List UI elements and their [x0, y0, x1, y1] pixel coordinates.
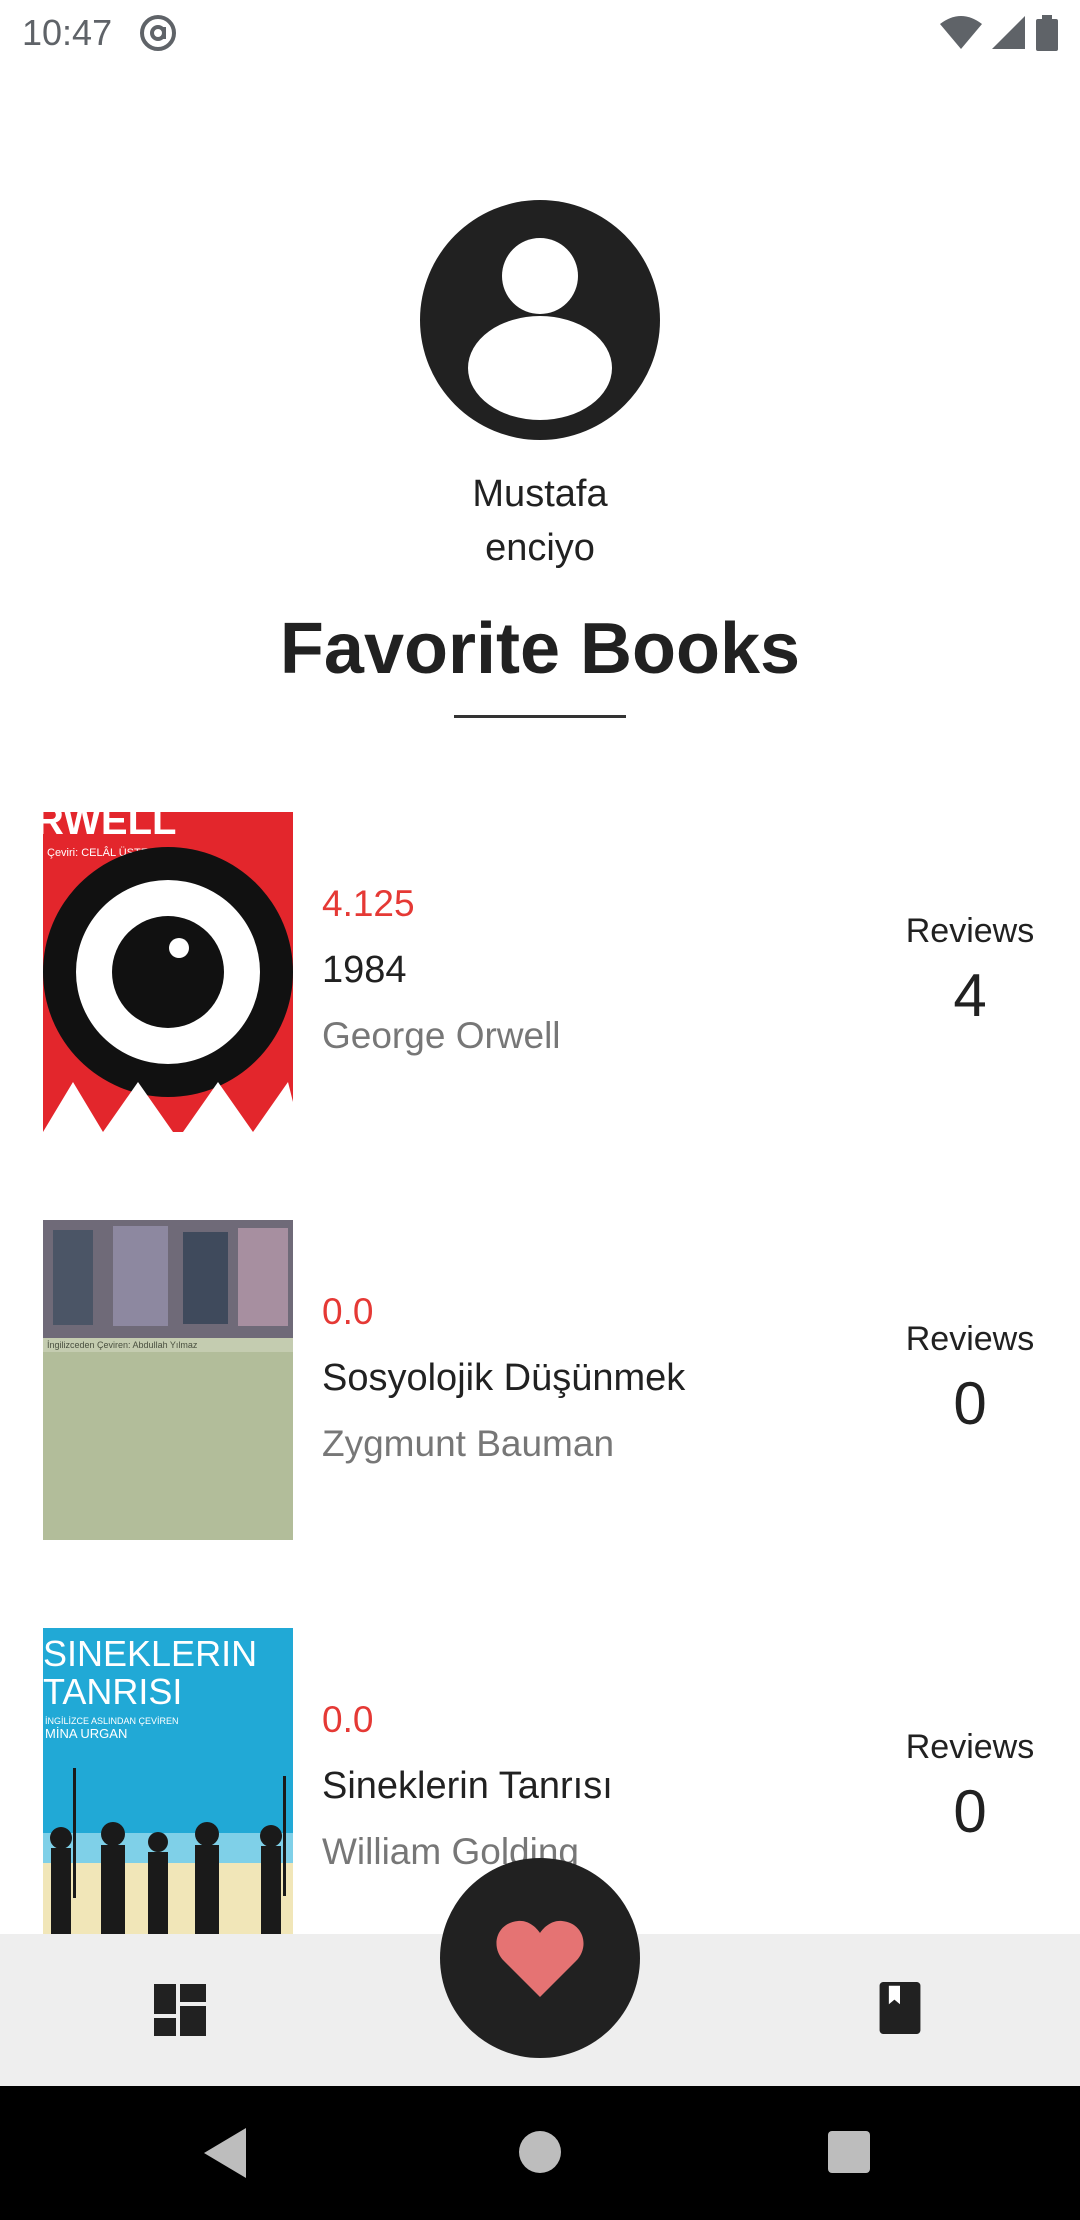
book-item[interactable]: RWELL Çeviri: CELÂL ÜSTER 4.125 1984 Geo…	[0, 812, 1080, 1220]
back-icon[interactable]	[204, 2128, 248, 2178]
reviews-summary: Reviews 0	[870, 1320, 1070, 1438]
reviews-label: Reviews	[905, 1728, 1035, 1766]
book-cover: RWELL Çeviri: CELÂL ÜSTER	[43, 812, 293, 1132]
book-rating: 4.125	[322, 883, 415, 924]
book-rating: 0.0	[322, 1291, 374, 1332]
book-cover: SINEKLERIN TANRISI İNGİLİZCE ASLINDAN ÇE…	[43, 1628, 293, 1948]
status-bar: 10:47	[0, 0, 1080, 66]
status-time: 10:47	[22, 12, 113, 53]
book-author: George Orwell	[322, 1015, 561, 1056]
system-navigation-bar	[0, 2086, 1080, 2220]
page-title: Favorite Books	[279, 609, 801, 689]
cover-title-text: RWELL	[43, 812, 176, 843]
cover-subtext: İngilizceden Çeviren: Abdullah Yılmaz	[47, 1340, 198, 1350]
book-title: Sosyolojik Düşünmek	[322, 1357, 686, 1399]
at-sign-icon	[140, 15, 177, 51]
favorites-fab[interactable]	[440, 1858, 640, 2058]
book-info: 0.0 Sosyolojik Düşünmek Zygmunt Bauman	[322, 1288, 685, 1468]
reviews-count: 0	[953, 1370, 987, 1437]
account-avatar-icon[interactable]	[420, 200, 660, 440]
signal-icon	[992, 16, 1025, 49]
reviews-summary: Reviews 0	[870, 1728, 1070, 1846]
book-cover: İngilizceden Çeviren: Abdullah Yılmaz	[43, 1220, 293, 1540]
cover-title-text: SINEKLERIN	[43, 1633, 257, 1674]
cover-translator: MİNA URGAN	[45, 1726, 127, 1741]
book-item[interactable]: İngilizceden Çeviren: Abdullah Yılmaz 0.…	[0, 1220, 1080, 1628]
favorite-books-list: RWELL Çeviri: CELÂL ÜSTER 4.125 1984 Geo…	[0, 812, 1080, 2036]
book-title: Sineklerin Tanrısı	[322, 1765, 613, 1807]
reviews-label: Reviews	[905, 912, 1035, 950]
book-author: Zygmunt Bauman	[322, 1423, 615, 1464]
reviews-count: 0	[953, 1778, 987, 1845]
battery-icon	[1036, 15, 1058, 51]
reviews-summary: Reviews 4	[870, 912, 1070, 1030]
book-rating: 0.0	[322, 1699, 374, 1740]
book-title: 1984	[322, 949, 407, 991]
book-icon[interactable]	[874, 1982, 926, 2034]
title-underline	[454, 715, 626, 718]
recents-icon[interactable]	[828, 2131, 870, 2173]
dashboard-icon[interactable]	[154, 1984, 206, 2036]
book-info: 4.125 1984 George Orwell	[322, 880, 561, 1060]
reviews-count: 4	[953, 962, 987, 1029]
user-name: Mustafa enciyo	[472, 473, 608, 569]
cover-title-text: TANRISI	[43, 1671, 182, 1712]
profile-section: Mustafa enciyo	[0, 200, 1080, 575]
cover-subtext: İNGİLİZCE ASLINDAN ÇEVİREN	[45, 1716, 179, 1726]
wifi-icon	[940, 16, 982, 49]
reviews-label: Reviews	[905, 1320, 1035, 1358]
home-icon[interactable]	[519, 2131, 561, 2173]
heart-icon	[496, 1920, 584, 1997]
book-info: 0.0 Sineklerin Tanrısı William Golding	[322, 1696, 613, 1876]
